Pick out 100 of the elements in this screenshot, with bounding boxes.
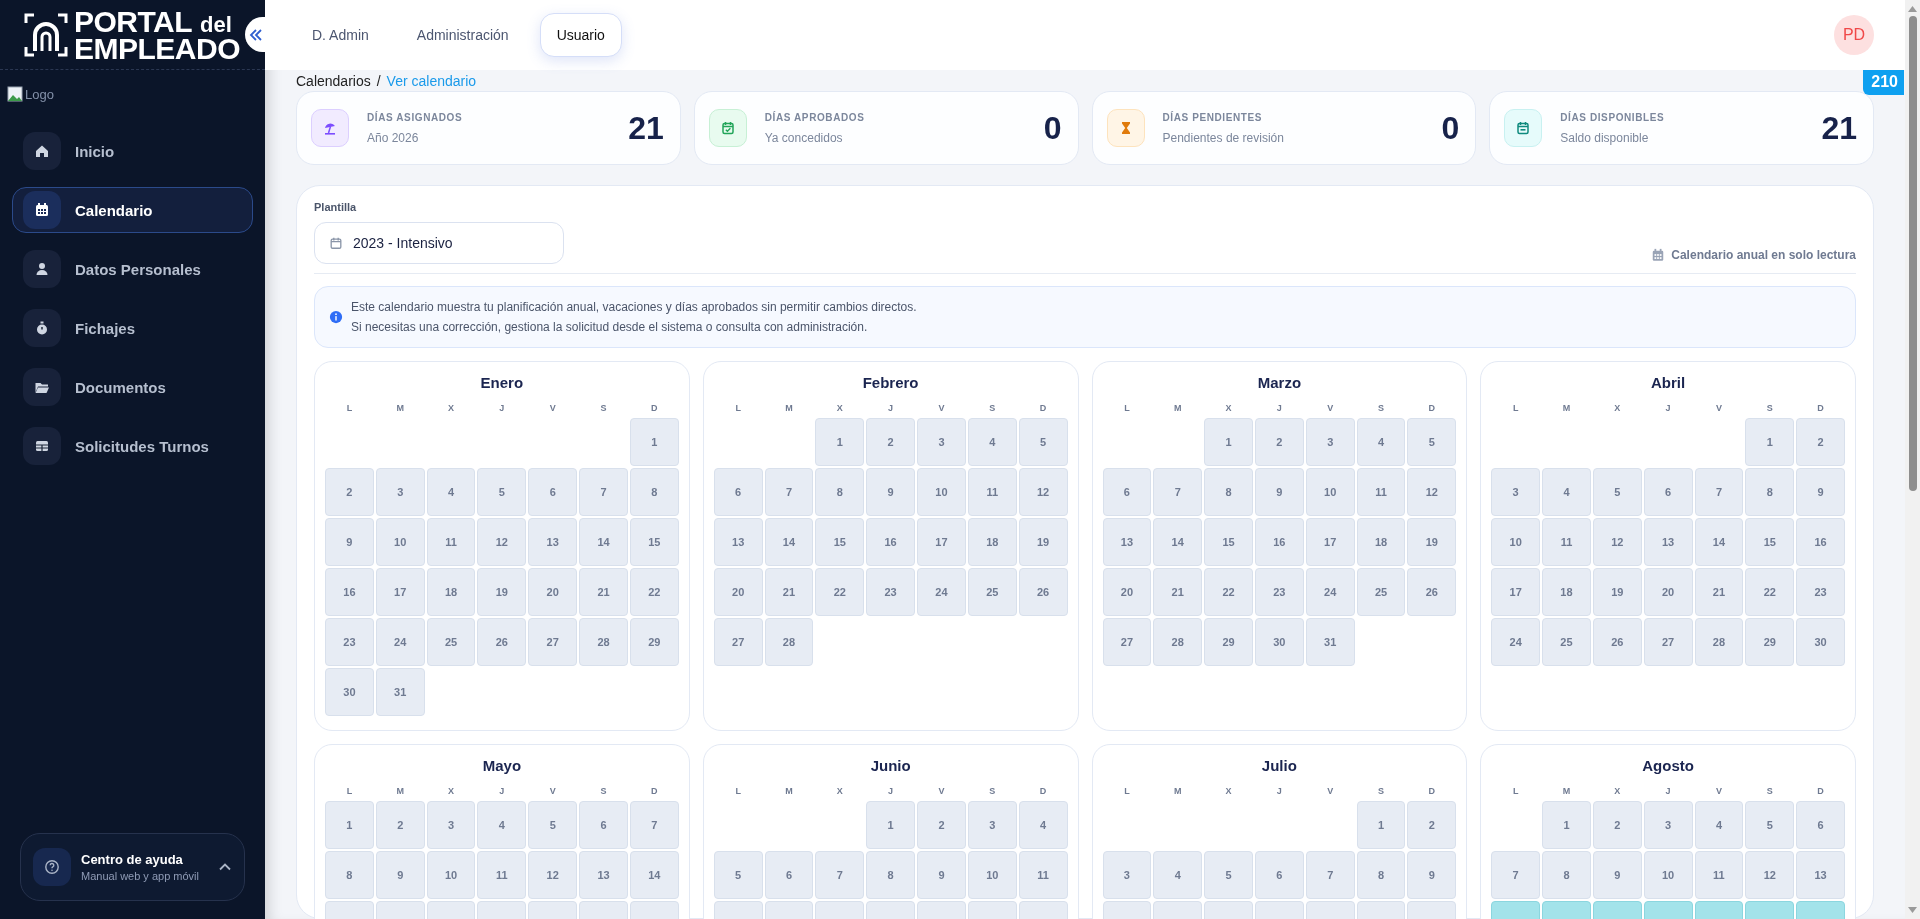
day-cell: 11 xyxy=(1542,518,1591,566)
nav-item[interactable]: Datos Personales xyxy=(12,246,253,292)
day-cell: 28 xyxy=(1153,618,1203,666)
day-cell: 13 xyxy=(713,518,763,566)
weekday-label: V xyxy=(937,402,946,415)
day-cell: 12 xyxy=(477,518,527,566)
readonly-note: Calendario anual en solo lectura xyxy=(1671,248,1856,262)
day-cell: 21 xyxy=(1694,568,1744,616)
day-cell: 14 xyxy=(579,518,628,566)
day-cell: 13 xyxy=(1796,851,1845,899)
day-cell: 5 xyxy=(1204,851,1253,899)
template-select[interactable]: 2023 - Intensivo xyxy=(314,222,564,264)
day-cell: 1 xyxy=(325,801,374,849)
day-cell: 4 xyxy=(1694,801,1744,849)
day-cell: 4 xyxy=(967,418,1017,466)
stat-title: DÍAS ASIGNADOS xyxy=(367,111,464,123)
day-cell: 5 xyxy=(477,468,527,516)
weekday-label: L xyxy=(734,402,742,415)
scroll-up-arrow-icon[interactable] xyxy=(1908,6,1917,12)
day-cell: 13 xyxy=(579,851,628,899)
breadcrumb-link[interactable]: Calendarios xyxy=(296,72,371,89)
nav-item[interactable]: Solicitudes Turnos xyxy=(12,423,253,469)
day-cell: 31 xyxy=(375,668,425,716)
weekday-label: M xyxy=(395,402,405,415)
day-cell: 21 xyxy=(579,568,628,616)
weekday-label: V xyxy=(548,785,557,798)
help-title: Centro de ayuda xyxy=(81,852,184,867)
nav-item[interactable]: Documentos xyxy=(12,364,253,410)
weekday-label: D xyxy=(1038,785,1048,798)
day-cell: 6 xyxy=(528,468,578,516)
collapse-button[interactable] xyxy=(245,17,265,52)
weekday-label: L xyxy=(1511,785,1520,798)
nav-item[interactable]: Inicio xyxy=(12,128,253,174)
nav-item[interactable]: Calendario xyxy=(12,187,253,233)
day-cell: 9 xyxy=(1796,468,1845,516)
day-cell: 28 xyxy=(1694,618,1744,666)
weekday-label: X xyxy=(1613,402,1622,415)
day-cell: 18 xyxy=(426,568,476,616)
scroll-down-arrow-icon[interactable] xyxy=(1908,907,1917,913)
day-cell: 7 xyxy=(1491,851,1541,899)
stopwatch-icon xyxy=(34,320,50,336)
day-cell: 29 xyxy=(1745,618,1795,666)
day-cell: 17 xyxy=(375,568,425,616)
tab[interactable]: D. Admin xyxy=(295,13,386,57)
weekday-label: M xyxy=(1172,785,1183,798)
day-cell: 4 xyxy=(1153,851,1203,899)
month-title: Agosto xyxy=(1641,757,1695,774)
logo-text: EMPLEADO xyxy=(74,34,240,62)
day-cell: 8 xyxy=(1204,468,1253,516)
day-cell: 2 xyxy=(375,801,425,849)
nav-item[interactable]: Fichajes xyxy=(12,305,253,351)
scrollbar-thumb[interactable] xyxy=(1908,16,1917,491)
day-cell: 18 xyxy=(1542,568,1591,616)
day-cell: 14 xyxy=(629,851,679,899)
weekday-label: L xyxy=(1511,402,1520,415)
stat-title: DÍAS PENDIENTES xyxy=(1162,111,1264,123)
day-cell: 5 xyxy=(1018,418,1068,466)
day-cell: 1 xyxy=(1745,418,1795,466)
day-cell: 21 xyxy=(764,568,814,616)
stat-subtitle: Pendientes de revisión xyxy=(1162,130,1285,145)
day-cell: 6 xyxy=(1796,801,1845,849)
day-cell: 7 xyxy=(1694,468,1744,516)
day-cell: 3 xyxy=(1102,851,1152,899)
day-cell: 11 xyxy=(1018,851,1068,899)
scrollbar[interactable] xyxy=(1905,0,1920,919)
day-cell: 4 xyxy=(1018,801,1068,849)
help-card[interactable]: Centro de ayuda Manual web y app móvil xyxy=(20,833,245,901)
month-title: Abril xyxy=(1650,374,1687,391)
day-cell: 10 xyxy=(1305,468,1355,516)
weekday-label: M xyxy=(784,402,794,415)
day-cell: 1 xyxy=(815,418,865,466)
day-cell: 13 xyxy=(1102,518,1152,566)
stat-subtitle: Saldo disponible xyxy=(1560,130,1650,145)
day-cell: 1 xyxy=(1356,801,1406,849)
weekday-label: V xyxy=(937,785,946,798)
weekday-label: S xyxy=(1377,785,1385,798)
day-cell: 22 xyxy=(629,568,679,616)
day-cell: 23 xyxy=(1796,568,1845,616)
tab[interactable]: Administración xyxy=(399,13,526,57)
day-cell: 15 xyxy=(1745,518,1795,566)
day-cell: 13 xyxy=(528,518,578,566)
weekday-label: J xyxy=(1275,785,1283,798)
day-cell: 15 xyxy=(815,518,865,566)
weekday-label: L xyxy=(345,785,354,798)
day-cell: 24 xyxy=(375,618,425,666)
weekday-label: S xyxy=(988,402,997,415)
day-cell: 27 xyxy=(1643,618,1693,666)
day-cell: 23 xyxy=(1254,568,1304,616)
info-text: Si necesitas una corrección, gestiona la solicitud desde el sistema o consulta con administración. xyxy=(351,320,869,334)
day-cell: 2 xyxy=(1407,801,1457,849)
day-cell: 8 xyxy=(1745,468,1795,516)
weekday-label: L xyxy=(345,402,354,415)
day-cell: 18 xyxy=(1356,518,1406,566)
weekday-label: D xyxy=(1427,402,1437,415)
weekday-label: L xyxy=(1123,785,1131,798)
day-cell: 7 xyxy=(815,851,865,899)
table-icon xyxy=(34,438,50,454)
tab[interactable]: Usuario xyxy=(539,13,622,57)
day-cell: 7 xyxy=(764,468,814,516)
weekday-label: M xyxy=(784,785,794,798)
